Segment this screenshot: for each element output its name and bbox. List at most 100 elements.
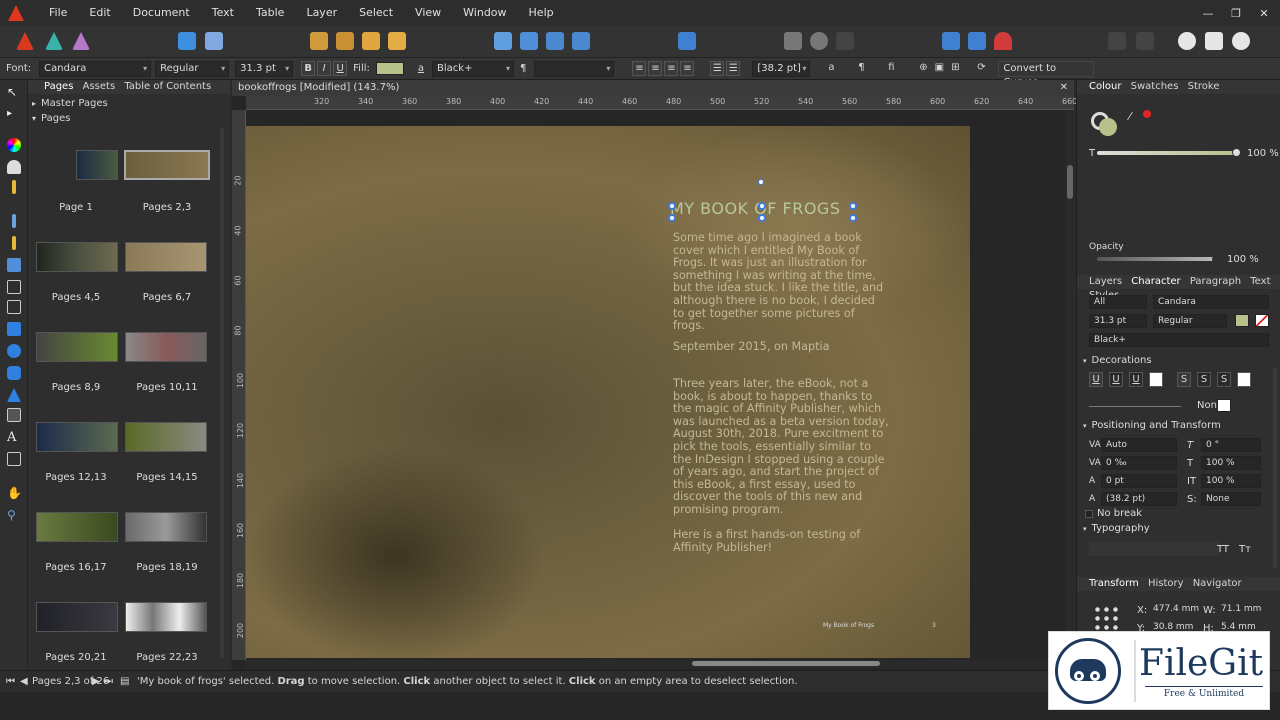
tint-slider-handle[interactable] xyxy=(1232,148,1241,157)
character-style-field[interactable]: Regular xyxy=(1153,314,1227,328)
page-thumbnail[interactable] xyxy=(125,242,207,272)
selection-handle[interactable] xyxy=(668,202,676,210)
designer-persona-icon[interactable] xyxy=(45,32,63,50)
text-frame-transform-icon[interactable]: ⊕ xyxy=(916,61,930,76)
close-window-button[interactable]: ✕ xyxy=(1254,7,1274,20)
menu-select[interactable]: Select xyxy=(348,0,404,26)
paragraph-style-dropdown[interactable] xyxy=(534,60,615,77)
first-page-button[interactable]: ⏮ xyxy=(6,671,15,693)
triangle-tool-icon[interactable] xyxy=(7,388,21,402)
menu-file[interactable]: File xyxy=(38,0,78,26)
character-fill-swatch[interactable] xyxy=(1235,314,1249,327)
vertical-ruler[interactable]: 20 40 60 80 100 120 140 160 180 200 xyxy=(232,110,246,660)
artistic-text-tool-icon[interactable]: A xyxy=(7,430,21,445)
tab-colour[interactable]: Colour xyxy=(1089,81,1121,92)
body-paragraph[interactable]: September 2015, on Maptia xyxy=(673,340,829,354)
arrange-back-icon[interactable] xyxy=(310,32,328,50)
flip-horizontal-icon[interactable] xyxy=(494,32,512,50)
convert-to-curves-button[interactable]: Convert to Curves xyxy=(998,60,1095,90)
numbered-list-button[interactable]: ☰ xyxy=(726,61,741,76)
pages-header[interactable]: ▾ Pages xyxy=(32,113,70,124)
character-style-dropdown[interactable]: Black+ xyxy=(1089,333,1269,347)
page-thumbnail[interactable] xyxy=(76,150,118,180)
document-page[interactable]: MY BOOK OF FROGS Some time ago I imagine… xyxy=(246,126,970,658)
page-thumbnail[interactable] xyxy=(124,150,210,180)
strike-colour-none-swatch[interactable] xyxy=(1237,372,1251,387)
character-size-field[interactable]: 31.3 pt xyxy=(1089,314,1147,328)
page-thumbnail[interactable] xyxy=(36,332,118,362)
geometry-icon[interactable] xyxy=(810,32,828,50)
publisher-persona-icon[interactable] xyxy=(16,32,34,50)
transform-origin-icon[interactable] xyxy=(1108,32,1126,50)
frame-text-tool-icon[interactable] xyxy=(7,280,21,294)
underline-colour-none-swatch[interactable] xyxy=(1149,372,1163,387)
text-frame-icon[interactable] xyxy=(942,32,960,50)
menu-document[interactable]: Document xyxy=(122,0,201,26)
align-center-button[interactable]: ≡ xyxy=(648,61,663,76)
double-strikethrough-button[interactable]: S xyxy=(1197,372,1211,387)
anchor-point-selector[interactable] xyxy=(1093,605,1119,631)
menu-table[interactable]: Table xyxy=(245,0,295,26)
body-paragraph[interactable]: Three years later, the eBook, not a book… xyxy=(673,377,889,517)
align-right-button[interactable]: ≡ xyxy=(664,61,679,76)
next-page-button[interactable]: ▶ xyxy=(92,671,100,693)
tab-stroke[interactable]: Stroke xyxy=(1188,81,1220,92)
scope-dropdown[interactable]: All xyxy=(1089,295,1147,309)
studio-icon[interactable] xyxy=(1205,32,1223,50)
horizontal-scale-field[interactable]: 100 % xyxy=(1201,474,1261,488)
tab-paragraph[interactable]: Paragraph xyxy=(1190,276,1241,287)
crop-tool-icon[interactable] xyxy=(7,300,21,314)
arrange-backward-icon[interactable] xyxy=(336,32,354,50)
arrange-forward-icon[interactable] xyxy=(362,32,380,50)
vertical-scale-field[interactable]: 100 % xyxy=(1201,456,1261,470)
fill-tool-icon[interactable] xyxy=(7,160,21,174)
snapping-magnet-icon[interactable] xyxy=(994,32,1012,50)
close-document-icon[interactable]: ✕ xyxy=(1060,80,1068,96)
pencil-tool-icon[interactable] xyxy=(12,236,16,250)
tint-slider[interactable] xyxy=(1097,151,1237,155)
thick-strikethrough-button[interactable]: S xyxy=(1217,372,1231,387)
document-vertical-scrollbar[interactable] xyxy=(1066,110,1074,660)
tab-table-of-contents[interactable]: Table of Contents xyxy=(124,81,211,92)
selection-handle[interactable] xyxy=(758,214,766,222)
colour-picker-icon[interactable] xyxy=(7,138,21,152)
page-thumbnail[interactable] xyxy=(125,422,207,452)
double-underline-button[interactable]: U xyxy=(1109,372,1123,387)
character-panel-button[interactable]: a xyxy=(824,61,838,76)
tab-history[interactable]: History xyxy=(1148,578,1184,589)
eyedropper-icon[interactable] xyxy=(12,180,16,194)
selection-handle[interactable] xyxy=(758,202,766,210)
share-icon[interactable] xyxy=(178,32,196,50)
tab-transform[interactable]: Transform xyxy=(1089,578,1139,589)
tab-character[interactable]: Character xyxy=(1131,276,1180,287)
menu-edit[interactable]: Edit xyxy=(78,0,121,26)
baseline-grid-icon[interactable] xyxy=(968,32,986,50)
ellipse-tool-icon[interactable] xyxy=(7,344,21,358)
tracking-field[interactable]: 0 ‰ xyxy=(1101,456,1177,470)
selection-handle[interactable] xyxy=(849,202,857,210)
typography-section[interactable]: ▾ Typography xyxy=(1083,523,1150,534)
page-thumbnail[interactable] xyxy=(125,332,207,362)
page-thumbnail[interactable] xyxy=(36,242,118,272)
rounded-rect-tool-icon[interactable] xyxy=(7,366,21,380)
page-thumbnail[interactable] xyxy=(36,422,118,452)
decorations-section[interactable]: ▾ Decorations xyxy=(1083,355,1152,366)
underline-button[interactable]: U xyxy=(333,61,348,76)
rotate-right-icon[interactable] xyxy=(572,32,590,50)
small-caps-button[interactable]: Tт xyxy=(1239,544,1251,555)
italic-button[interactable]: I xyxy=(317,61,332,76)
document-setup-icon[interactable]: ▤ xyxy=(120,671,129,693)
page-thumbnail[interactable] xyxy=(125,512,207,542)
opacity-slider[interactable] xyxy=(1097,257,1217,261)
body-paragraph[interactable]: Here is a first hands-on testing of Affi… xyxy=(673,528,860,554)
arrange-front-icon[interactable] xyxy=(388,32,406,50)
node-tool-icon[interactable]: ▸ xyxy=(7,108,21,122)
justify-button[interactable]: ≡ xyxy=(680,61,695,76)
character-font-dropdown[interactable]: Candara xyxy=(1153,295,1269,309)
baseline-field[interactable]: 0 pt xyxy=(1101,474,1177,488)
text-frame-tool-icon[interactable] xyxy=(7,408,21,422)
picture-frame-icon[interactable] xyxy=(7,258,21,272)
rotate-field[interactable]: 0 ° xyxy=(1201,438,1261,452)
preferences-icon[interactable] xyxy=(1232,32,1250,50)
tab-assets[interactable]: Assets xyxy=(83,81,116,92)
